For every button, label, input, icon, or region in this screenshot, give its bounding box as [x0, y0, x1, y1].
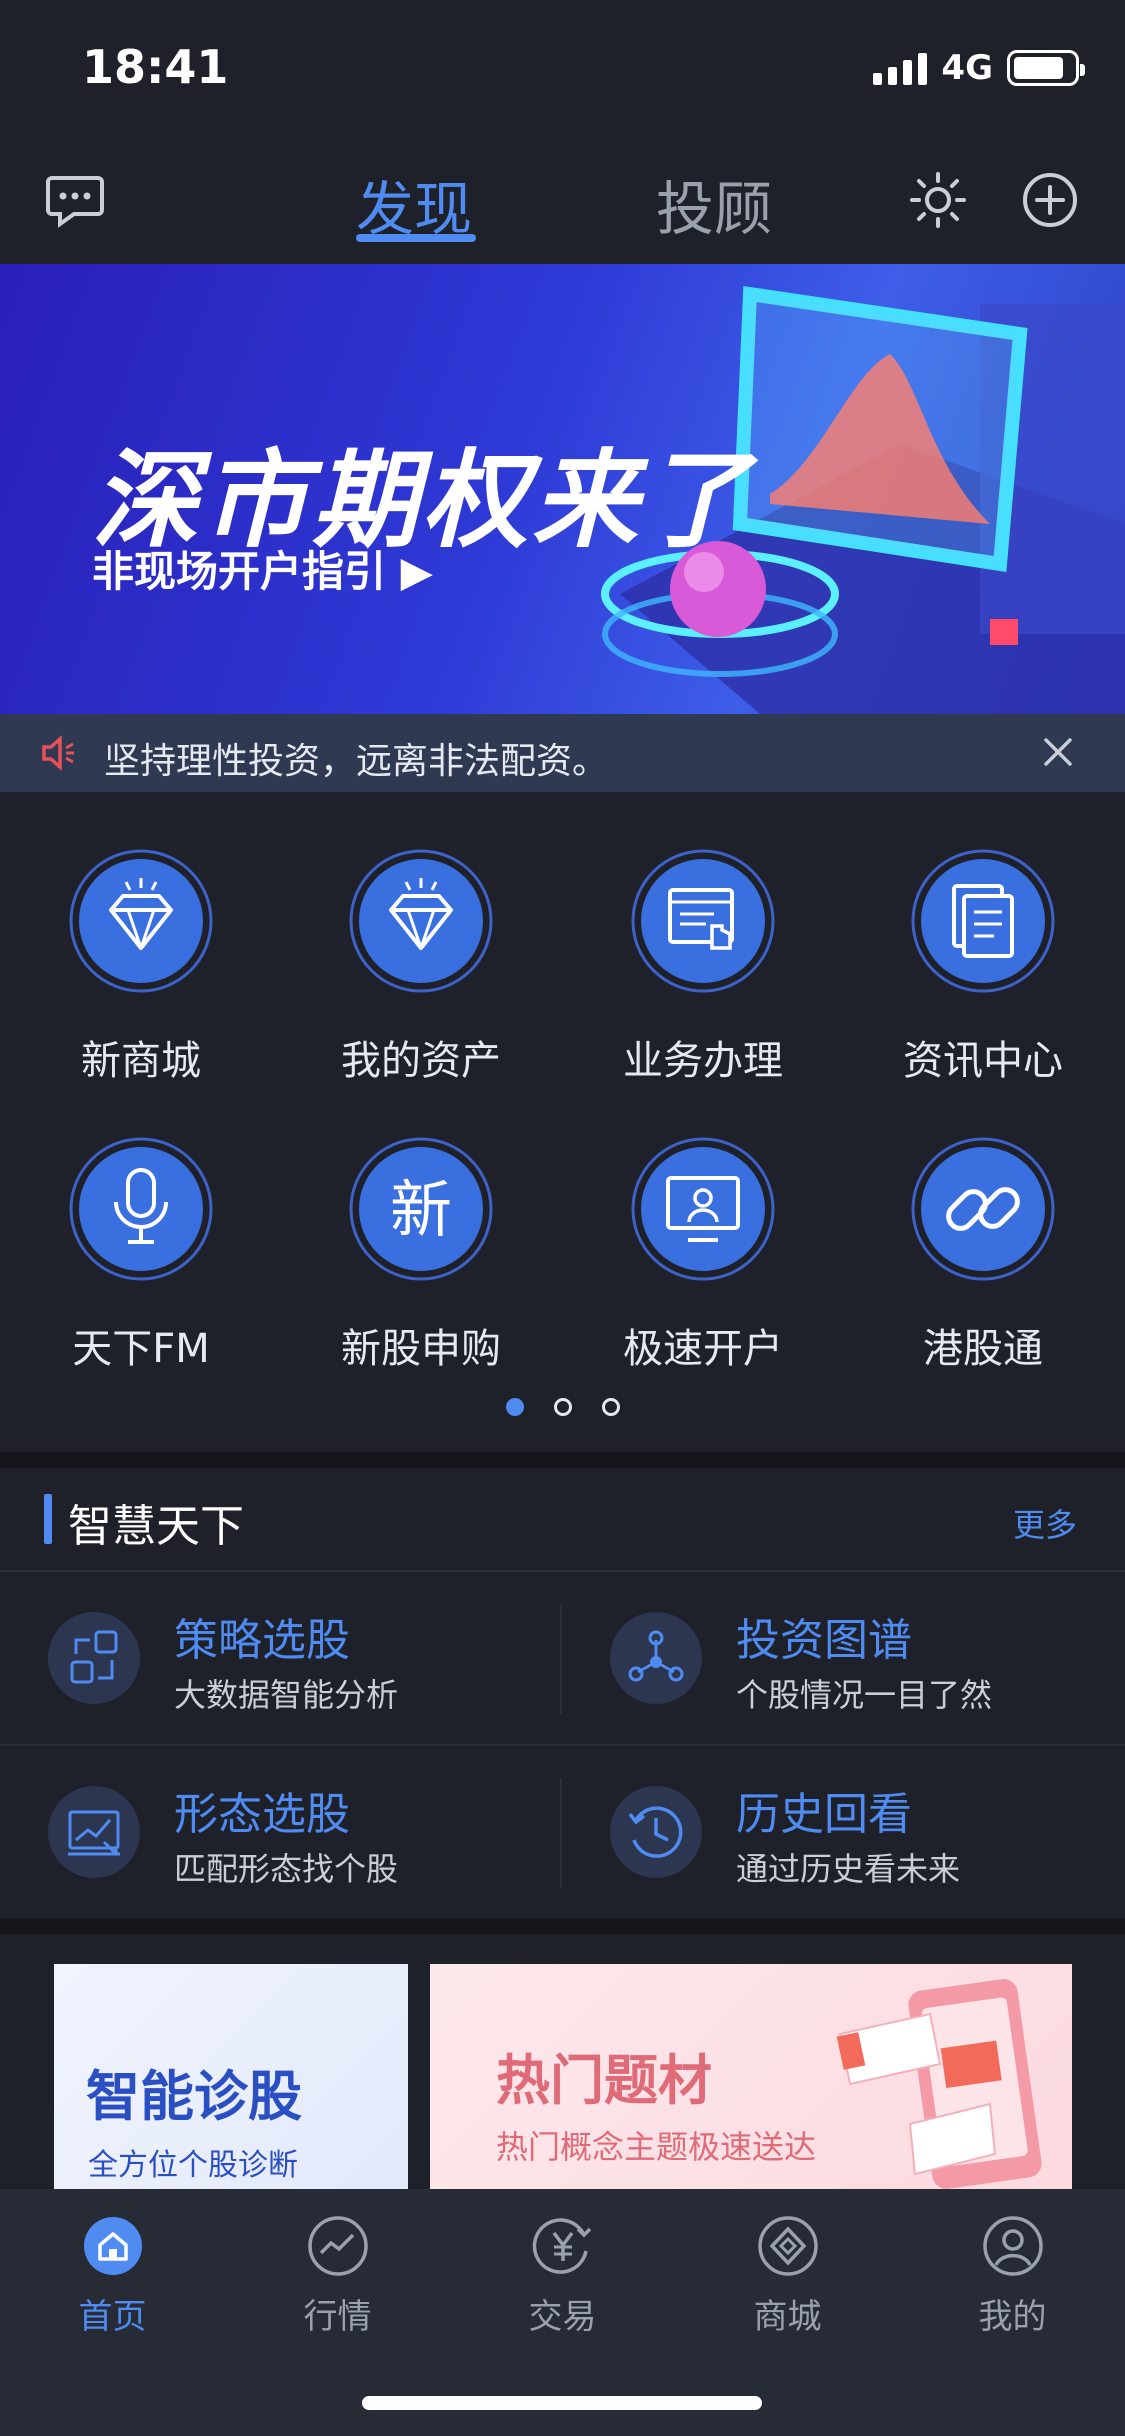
diamond-icon [349, 849, 493, 993]
profile-icon [982, 2216, 1043, 2276]
new-char-icon: 新 [349, 1137, 493, 1281]
diamond-outline-icon [757, 2216, 818, 2276]
section-separator [0, 1452, 1125, 1468]
new-char-glyph: 新 [390, 1173, 452, 1246]
feature-desc: 通过历史看未来 [736, 1850, 961, 1888]
shortcut-grid: 新商城 我的资产 业务办理 资讯中心 天下FM 新 新股申购 极速开户 港股通 [0, 792, 1125, 1452]
tabbar-mall[interactable]: 商城 [675, 2215, 900, 2338]
strategy-icon [48, 1612, 140, 1704]
tabbar-label: 行情 [303, 2297, 372, 2337]
card-subtitle: 热门概念主题极速送达 [496, 2128, 817, 2166]
card-title: 热门题材 [496, 2049, 712, 2112]
page-indicator [0, 1398, 1125, 1416]
page-dot[interactable] [505, 1398, 524, 1416]
feature-title: 历史回看 [736, 1789, 912, 1840]
grid-label: 我的资产 [341, 1038, 501, 1084]
plus-circle-icon[interactable] [1020, 170, 1080, 230]
smart-section: 智慧天下 更多 策略选股 大数据智能分析 投资图谱 个股情况一目了然 形态选股 … [0, 1468, 1125, 1918]
link-icon [911, 1137, 1055, 1281]
trend-icon [307, 2216, 368, 2276]
feature-investment-graph[interactable]: 投资图谱 个股情况一目了然 [568, 1572, 1108, 1742]
feature-strategy[interactable]: 策略选股 大数据智能分析 [6, 1572, 546, 1742]
chat-icon[interactable] [44, 170, 106, 232]
section-marker [44, 1494, 52, 1544]
network-label: 4G [941, 48, 993, 88]
history-icon [610, 1786, 702, 1878]
smart-diagnosis-card[interactable]: 智能诊股 全方位个股诊断 [54, 1964, 408, 2189]
feature-desc: 匹配形态找个股 [174, 1850, 399, 1888]
divider [560, 1604, 562, 1714]
grid-item-business[interactable]: 业务办理 [588, 792, 818, 1084]
grid-label: 新商城 [81, 1038, 201, 1084]
grid-item-my-assets[interactable]: 我的资产 [306, 792, 536, 1084]
grid-item-hk-connect[interactable]: 港股通 [868, 1080, 1098, 1372]
battery-icon [1007, 50, 1085, 86]
grid-label: 极速开户 [623, 1326, 783, 1372]
banner-subtitle[interactable]: 非现场开户指引 ▶ [92, 538, 433, 599]
speaker-icon [42, 735, 74, 771]
grid-label: 新股申购 [341, 1326, 501, 1372]
tabbar-trade[interactable]: 交易 [450, 2215, 675, 2338]
tabbar-market[interactable]: 行情 [225, 2215, 450, 2338]
feature-desc: 大数据智能分析 [174, 1676, 399, 1714]
grid-label: 港股通 [923, 1326, 1043, 1372]
grid-item-ipo[interactable]: 新 新股申购 [306, 1080, 536, 1372]
grid-label: 业务办理 [623, 1038, 783, 1084]
feature-title: 策略选股 [174, 1615, 350, 1666]
home-indicator [362, 2396, 762, 2410]
tabbar-label: 我的 [978, 2297, 1047, 2337]
notice-bar: 坚持理性投资，远离非法配资。 [0, 714, 1125, 792]
grid-item-fm[interactable]: 天下FM [26, 1080, 256, 1372]
hot-topics-card[interactable]: 热门题材 热门概念主题极速送达 [430, 1964, 1072, 2189]
battery-level [1014, 57, 1064, 79]
documents-icon [911, 849, 1055, 993]
chart-icon [48, 1786, 140, 1878]
tabbar-label: 商城 [753, 2297, 822, 2337]
tabbar-label: 首页 [78, 2297, 147, 2337]
sun-icon[interactable] [908, 170, 968, 230]
grid-label: 资讯中心 [903, 1038, 1063, 1084]
card-title: 智能诊股 [86, 2065, 302, 2128]
tab-discover-underline [356, 234, 476, 242]
close-icon[interactable] [1040, 734, 1076, 770]
grid-item-new-mall[interactable]: 新商城 [26, 792, 256, 1084]
page-dot[interactable] [601, 1398, 620, 1416]
more-link[interactable]: 更多 [1013, 1500, 1077, 1546]
feature-desc: 个股情况一目了然 [736, 1676, 993, 1714]
section-separator [0, 1918, 1125, 1934]
promo-banner[interactable]: 深市期权来了 非现场开户指引 ▶ [0, 264, 1125, 714]
status-indicators: 4G [873, 48, 1085, 88]
status-time: 18:41 [82, 40, 229, 94]
tabbar-label: 交易 [528, 2297, 597, 2337]
grid-item-news-center[interactable]: 资讯中心 [868, 792, 1098, 1084]
status-bar: 18:41 4G [0, 0, 1125, 140]
feature-title: 形态选股 [174, 1789, 350, 1840]
tabbar-mine[interactable]: 我的 [900, 2215, 1125, 2338]
diamond-icon [69, 849, 213, 993]
page-dot[interactable] [553, 1398, 572, 1416]
feature-pattern[interactable]: 形态选股 匹配形态找个股 [6, 1746, 546, 1916]
home-icon [83, 2217, 142, 2275]
promo-cards: 智能诊股 全方位个股诊断 热门题材 热门概念主题极速送达 [0, 1934, 1125, 2189]
graph-icon [610, 1612, 702, 1704]
grid-label: 天下FM [72, 1326, 210, 1372]
feature-history[interactable]: 历史回看 通过历史看未来 [568, 1746, 1108, 1916]
top-nav: 发现 投顾 [0, 140, 1125, 264]
section-title: 智慧天下 [68, 1501, 244, 1552]
tab-advisor[interactable]: 投顾 [656, 162, 772, 246]
form-hand-icon [631, 849, 775, 993]
notice-text: 坚持理性投资，远离非法配资。 [104, 741, 609, 782]
divider [560, 1778, 562, 1888]
card-subtitle: 全方位个股诊断 [88, 2148, 298, 2183]
feature-title: 投资图谱 [736, 1615, 912, 1666]
yen-icon [532, 2218, 591, 2274]
tabbar-home[interactable]: 首页 [0, 2215, 225, 2338]
signal-icon [873, 51, 928, 85]
microphone-icon [69, 1137, 213, 1281]
id-card-icon [631, 1137, 775, 1281]
grid-item-open-account[interactable]: 极速开户 [588, 1080, 818, 1372]
phone-illustration [836, 1979, 1042, 2189]
